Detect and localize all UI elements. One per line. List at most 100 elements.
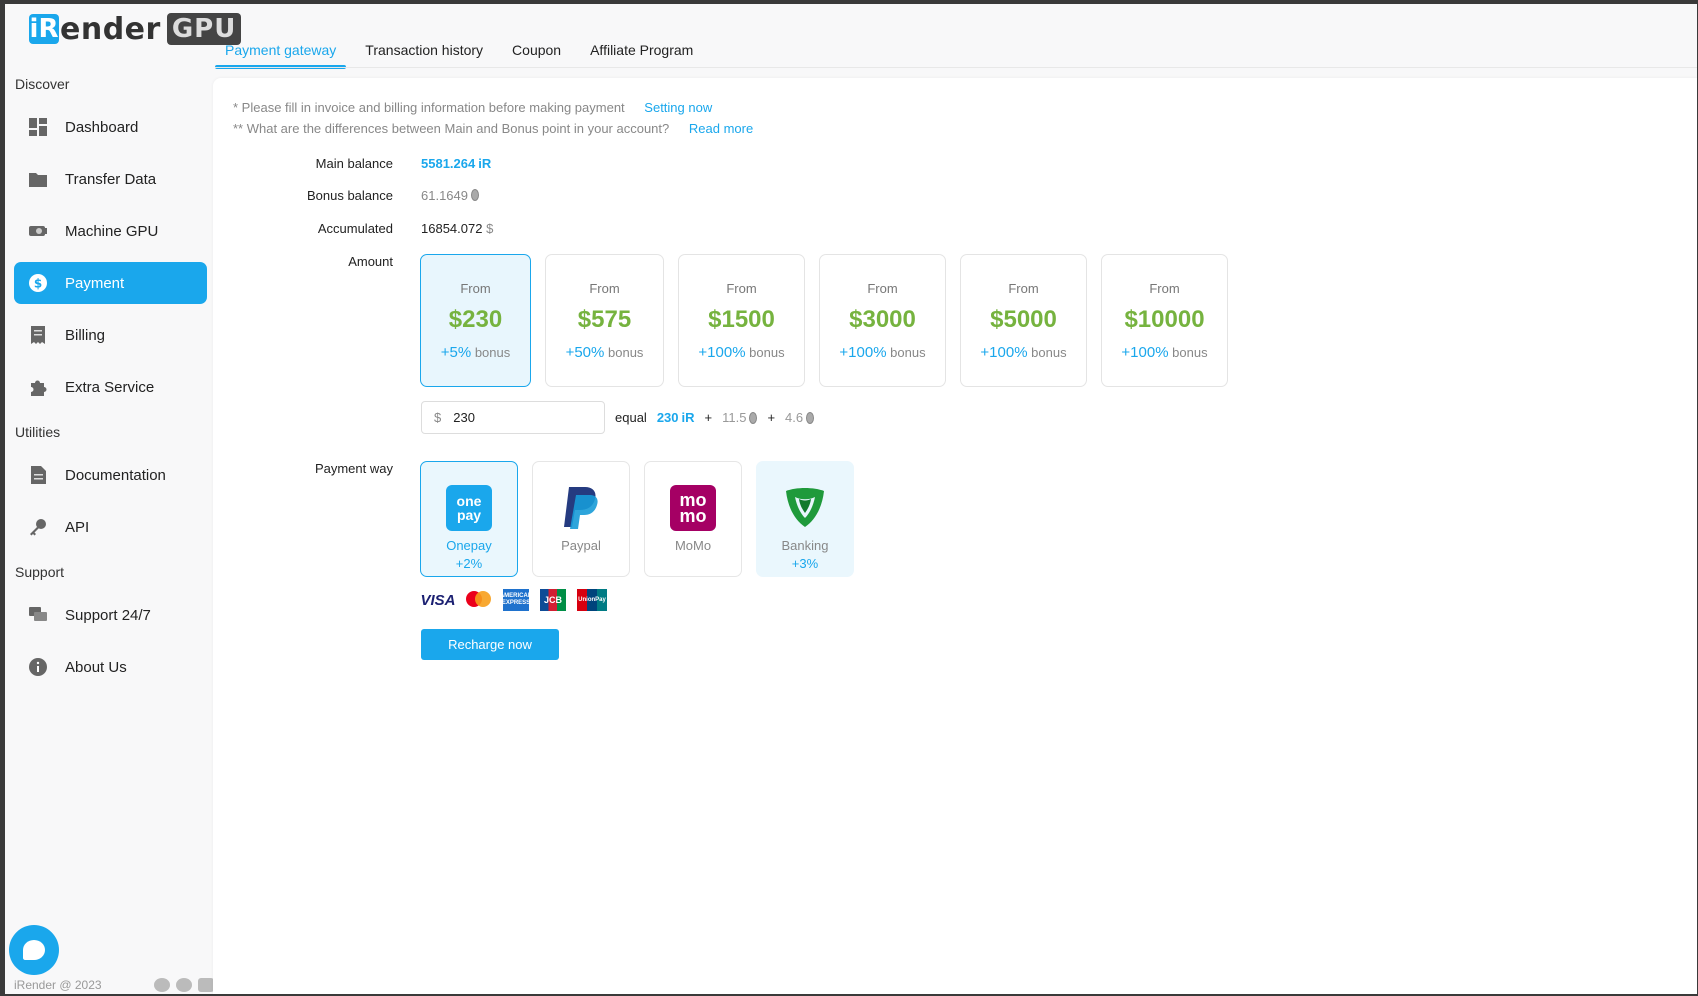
sidebar-item-documentation[interactable]: Documentation: [14, 454, 207, 496]
dollar-circle-icon: $: [28, 273, 48, 293]
equal-bonus-2: 4.6: [785, 410, 804, 425]
chat-icon: [28, 605, 48, 625]
dashboard-icon: [28, 117, 48, 137]
bonus-percent: +100%: [1121, 344, 1169, 361]
bonus-balance-label: Bonus balance: [306, 188, 393, 203]
top-tabs: Payment gateway Transaction history Coup…: [215, 32, 712, 69]
facebook-icon[interactable]: [154, 978, 170, 992]
payment-method-onepay[interactable]: one pay Onepay +2%: [420, 461, 518, 577]
paypal-logo: [558, 485, 604, 531]
sidebar-item-transfer-data[interactable]: Transfer Data: [14, 158, 207, 200]
tab-divider: [215, 67, 1697, 68]
bonus-balance-value: 61.1649: [421, 188, 479, 203]
amount-options: From $230 +5% bonus From $575 +50% bonus…: [420, 254, 1242, 387]
irender-point-icon: iR: [681, 410, 695, 425]
accumulated-unit: $: [486, 221, 494, 236]
sidebar-item-support[interactable]: Support 24/7: [14, 594, 207, 636]
twitter-icon[interactable]: [176, 978, 192, 992]
amount-card-price: $230: [448, 306, 503, 333]
note-text: * Please fill in invoice and billing inf…: [233, 100, 625, 115]
sidebar-item-dashboard[interactable]: Dashboard: [14, 106, 207, 148]
social-links: [154, 978, 214, 992]
amount-card-bonus: +50% bonus: [546, 344, 663, 361]
sidebar-item-label: Machine GPU: [65, 222, 159, 240]
sidebar-item-api[interactable]: API: [14, 506, 207, 548]
amount-card-10000[interactable]: From $10000 +100% bonus: [1101, 254, 1228, 387]
bonus-word: bonus: [1172, 345, 1208, 360]
bonus-percent: +100%: [839, 344, 887, 361]
bonus-word: bonus: [890, 345, 926, 360]
sidebar-item-label: Support 24/7: [65, 606, 151, 624]
sidebar-item-label: Extra Service: [65, 378, 155, 396]
amount-input[interactable]: [453, 410, 584, 425]
amount-card-230[interactable]: From $230 +5% bonus: [420, 254, 531, 387]
main-balance-value: 5581.264 iR: [421, 156, 491, 171]
setting-now-link[interactable]: Setting now: [644, 100, 712, 115]
info-icon: [28, 657, 48, 677]
accumulated-amount: 16854.072: [421, 221, 483, 236]
tab-affiliate-program[interactable]: Affiliate Program: [580, 32, 703, 68]
chat-bubble-icon: [23, 940, 45, 960]
tab-payment-gateway[interactable]: Payment gateway: [215, 32, 347, 69]
momo-logo-text: mo mo: [679, 490, 707, 526]
sidebar: Discover Dashboard Transfer Data Machine…: [5, 74, 215, 698]
payment-method-momo[interactable]: mo mo MoMo: [644, 461, 742, 577]
payment-method-name: Paypal: [561, 538, 601, 553]
amount-card-1500[interactable]: From $1500 +100% bonus: [678, 254, 805, 387]
amex-text: AMERICAN EXPRESS: [499, 593, 533, 606]
plus-sign: +: [704, 410, 713, 425]
plus-sign: +: [767, 410, 776, 425]
sidebar-item-extra-service[interactable]: Extra Service: [14, 366, 207, 408]
mastercard-icon: [466, 589, 492, 611]
payment-method-banking[interactable]: Banking +3%: [756, 461, 854, 577]
amount-card-price: $1500: [708, 306, 775, 333]
sidebar-item-label: Dashboard: [65, 118, 139, 136]
youtube-icon[interactable]: [198, 978, 214, 992]
app-frame: iR ender GPU Payment gateway Transaction…: [5, 4, 1697, 994]
equal-label: equal: [615, 410, 647, 425]
amount-input-field[interactable]: $: [421, 401, 605, 434]
sidebar-item-payment[interactable]: $ Payment: [14, 262, 207, 304]
amount-card-bonus: +100% bonus: [820, 344, 945, 361]
onepay-logo: one pay: [446, 485, 492, 531]
read-more-link[interactable]: Read more: [689, 121, 753, 136]
accumulated-value: 16854.072 $: [421, 221, 493, 236]
jcb-icon: JCB: [540, 589, 566, 611]
amount-card-from: From: [1149, 281, 1180, 296]
payment-way-label: Payment way: [314, 461, 393, 476]
amount-card-from: From: [460, 281, 491, 296]
irender-logo[interactable]: iR ender GPU: [29, 11, 242, 47]
amount-card-5000[interactable]: From $5000 +100% bonus: [960, 254, 1087, 387]
amount-equivalent: equal 230 iR + 11.5 + 4.6: [615, 410, 815, 425]
bonus-coin-icon: [471, 189, 479, 201]
payment-method-name: MoMo: [674, 538, 712, 553]
puzzle-icon: [28, 377, 48, 397]
chat-widget-button[interactable]: [9, 925, 59, 975]
sidebar-item-billing[interactable]: Billing: [14, 314, 207, 356]
payment-method-name: Onepay: [446, 538, 492, 553]
sidebar-item-label: API: [65, 518, 90, 536]
logo-text: ender: [60, 11, 161, 47]
payment-method-fee: +2%: [455, 556, 483, 571]
note-text: ** What are the differences between Main…: [233, 121, 670, 136]
irender-point-icon: iR: [478, 156, 492, 171]
amex-icon: AMERICAN EXPRESS: [499, 589, 533, 611]
amount-card-price: $575: [577, 306, 632, 333]
group-support: Support: [15, 564, 65, 580]
sidebar-item-label: Transfer Data: [65, 170, 157, 188]
sidebar-item-about-us[interactable]: About Us: [14, 646, 207, 688]
copyright-text: iRender @ 2023: [14, 978, 102, 992]
main-balance-amount: 5581.264: [421, 156, 476, 171]
payment-method-name: Banking: [781, 538, 829, 553]
sidebar-item-machine-gpu[interactable]: Machine GPU: [14, 210, 207, 252]
tab-coupon[interactable]: Coupon: [502, 32, 571, 68]
amount-card-575[interactable]: From $575 +50% bonus: [545, 254, 664, 387]
bonus-percent: +100%: [980, 344, 1028, 361]
currency-symbol: $: [434, 410, 442, 425]
payment-method-paypal[interactable]: Paypal: [532, 461, 630, 577]
amount-card-from: From: [726, 281, 757, 296]
sidebar-item-label: Billing: [65, 326, 106, 344]
amount-card-3000[interactable]: From $3000 +100% bonus: [819, 254, 946, 387]
tab-transaction-history[interactable]: Transaction history: [355, 32, 493, 68]
recharge-now-button[interactable]: Recharge now: [421, 629, 559, 660]
